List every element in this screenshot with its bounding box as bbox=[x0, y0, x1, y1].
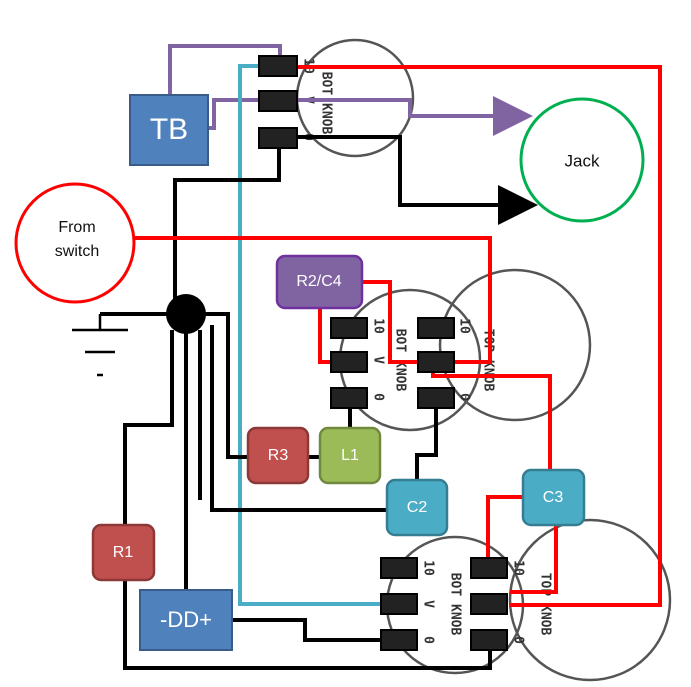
pin bbox=[470, 593, 508, 615]
pin bbox=[470, 629, 508, 651]
pin bbox=[470, 557, 508, 579]
pin-label-v: V bbox=[371, 356, 386, 364]
top-pot-label: BOT KNOB bbox=[319, 72, 334, 135]
c2-block: C2 bbox=[385, 478, 449, 537]
black-wire-to-jack bbox=[298, 135, 538, 225]
pin bbox=[380, 557, 418, 579]
from-switch-label-1: From bbox=[58, 219, 95, 236]
ground-icon bbox=[72, 314, 128, 377]
pin-label-0: 0 bbox=[511, 636, 526, 644]
pin bbox=[258, 127, 298, 149]
r3-label: R3 bbox=[268, 447, 289, 464]
red-wire-r2c4-bottom bbox=[318, 308, 330, 364]
r3-block: R3 bbox=[246, 426, 310, 485]
from-switch-label-2: switch bbox=[55, 243, 99, 260]
l1-label: L1 bbox=[341, 447, 359, 464]
dd-block: -DD+ bbox=[139, 589, 233, 651]
pin-label-0: 0 bbox=[371, 393, 386, 401]
black-wire-c2-pot bbox=[415, 406, 438, 480]
pin-label-v: V bbox=[421, 600, 436, 608]
black-wire-dd-pot bbox=[232, 618, 380, 642]
wiring-diagram: BOT KNOB BOT KNOB TOP KNOB BOT KNOB TOP … bbox=[0, 0, 691, 687]
pin bbox=[417, 317, 455, 339]
pin-label-10: 10 bbox=[421, 560, 436, 576]
c2-label: C2 bbox=[407, 499, 428, 516]
bottom-right-pot-body bbox=[508, 518, 672, 682]
r1-label: R1 bbox=[113, 544, 134, 561]
red-wire-r2c4-right bbox=[362, 280, 417, 364]
c3-label: C3 bbox=[543, 489, 564, 506]
pin bbox=[258, 55, 298, 77]
jack-label: Jack bbox=[565, 151, 600, 170]
from-switch: From switch bbox=[14, 182, 136, 304]
pin-label-10: 10 bbox=[511, 560, 526, 576]
pin bbox=[380, 629, 418, 651]
junction-node bbox=[166, 294, 206, 334]
pin bbox=[330, 351, 368, 373]
r2c4-label: R2/C4 bbox=[296, 273, 341, 290]
black-wire-top-pot-ground bbox=[173, 148, 281, 300]
pin bbox=[417, 351, 455, 373]
r1-block: R1 bbox=[91, 523, 156, 582]
pin-label-10: 10 bbox=[457, 318, 472, 334]
purple-wire-tb-side bbox=[208, 98, 260, 130]
jack: Jack bbox=[519, 97, 645, 223]
diagram-canvas: BOT KNOB BOT KNOB TOP KNOB BOT KNOB TOP … bbox=[14, 38, 672, 682]
r2c4-block: R2/C4 bbox=[275, 254, 364, 310]
black-wire-r1 bbox=[123, 330, 174, 525]
pin bbox=[417, 387, 455, 409]
pin-label-10: 10 bbox=[371, 318, 386, 334]
l1-block: L1 bbox=[318, 426, 382, 485]
pin-label-0: 0 bbox=[457, 393, 472, 401]
pin bbox=[380, 593, 418, 615]
pin bbox=[258, 90, 298, 112]
tb-block: TB bbox=[129, 94, 209, 166]
dd-label: -DD+ bbox=[160, 607, 212, 632]
pin bbox=[330, 317, 368, 339]
pin bbox=[330, 387, 368, 409]
c3-block: C3 bbox=[521, 468, 586, 527]
pin-label-0: 0 bbox=[421, 636, 436, 644]
bottom-left-pot-label: BOT KNOB bbox=[448, 573, 463, 636]
tb-label: TB bbox=[150, 113, 188, 146]
pot-pins bbox=[258, 55, 508, 651]
